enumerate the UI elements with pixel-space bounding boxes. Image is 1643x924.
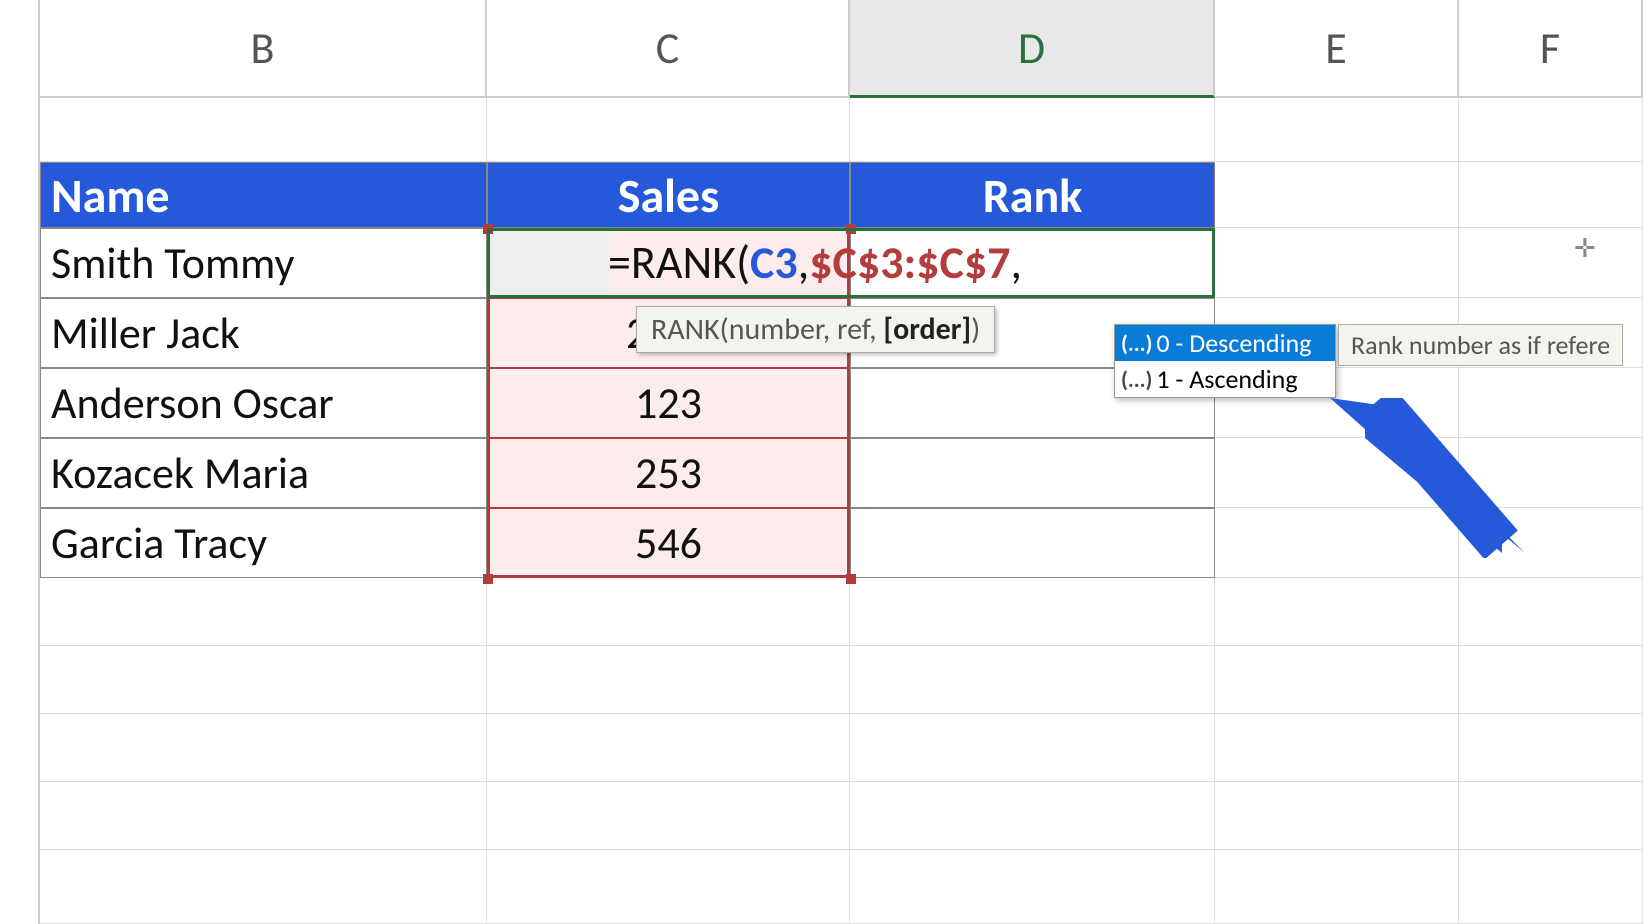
formula-syntax-tooltip: RANK(number, ref, [order]) bbox=[636, 306, 995, 353]
table-cell-sales-5[interactable]: 546 bbox=[487, 508, 850, 578]
table-header-rank[interactable]: Rank bbox=[850, 162, 1215, 228]
cell-e8[interactable] bbox=[1215, 508, 1459, 578]
cell-e12[interactable] bbox=[1215, 782, 1459, 850]
cell-b13[interactable] bbox=[40, 850, 487, 924]
cell-e11[interactable] bbox=[1215, 714, 1459, 782]
tooltip-sig-suffix: ) bbox=[971, 311, 980, 348]
table-cell-rank-4[interactable] bbox=[850, 438, 1215, 508]
cell-f2[interactable] bbox=[1459, 98, 1643, 162]
tooltip-fn: RANK bbox=[651, 311, 720, 348]
cell-f9[interactable] bbox=[1459, 578, 1643, 646]
cell-f6[interactable] bbox=[1459, 368, 1643, 438]
cell-f11[interactable] bbox=[1459, 714, 1643, 782]
cell-e4[interactable] bbox=[1215, 228, 1459, 298]
cell-c11[interactable] bbox=[487, 714, 850, 782]
cell-f4[interactable] bbox=[1459, 228, 1643, 298]
cell-c13[interactable] bbox=[487, 850, 850, 924]
table-cell-name-5[interactable]: Garcia Tracy bbox=[40, 508, 487, 578]
cell-f8[interactable] bbox=[1459, 508, 1643, 578]
table-header-sales[interactable]: Sales bbox=[487, 162, 850, 228]
formula-prefix: =RANK( bbox=[608, 235, 750, 291]
table-cell-sales-4[interactable]: 253 bbox=[487, 438, 850, 508]
table-cell-name-2[interactable]: Miller Jack bbox=[40, 298, 487, 368]
col-header-d[interactable]: D bbox=[850, 0, 1215, 98]
cell-d2[interactable] bbox=[850, 98, 1215, 162]
cell-c10[interactable] bbox=[487, 646, 850, 714]
table-cell-sales-3[interactable]: 123 bbox=[487, 368, 850, 438]
cell-f13[interactable] bbox=[1459, 850, 1643, 924]
constant-icon: (...) bbox=[1121, 366, 1152, 393]
col-header-b[interactable]: B bbox=[40, 0, 487, 98]
spreadsheet-grid[interactable]: B C D E F Name Sales Rank Smith Tom bbox=[0, 0, 1643, 924]
cell-c9[interactable] bbox=[487, 578, 850, 646]
formula-comma1: , bbox=[798, 235, 809, 291]
cell-d10[interactable] bbox=[850, 646, 1215, 714]
intellisense-label: 1 - Ascending bbox=[1156, 363, 1297, 395]
table-header-name[interactable]: Name bbox=[40, 162, 487, 228]
cell-f3[interactable] bbox=[1459, 162, 1643, 228]
tooltip-sig-prefix: (number, ref, bbox=[720, 311, 884, 348]
cell-d9[interactable] bbox=[850, 578, 1215, 646]
intellisense-dropdown[interactable]: (...) 0 - Descending (...) 1 - Ascending bbox=[1114, 324, 1336, 398]
formula-comma2: , bbox=[1010, 235, 1021, 291]
table-cell-name-4[interactable]: Kozacek Maria bbox=[40, 438, 487, 508]
cell-d12[interactable] bbox=[850, 782, 1215, 850]
formula-ref1: C3 bbox=[750, 235, 798, 291]
table-cell-rank-5[interactable] bbox=[850, 508, 1215, 578]
formula-ref2: $C$3:$C$7 bbox=[809, 235, 1010, 291]
cell-f10[interactable] bbox=[1459, 646, 1643, 714]
cell-e7[interactable] bbox=[1215, 438, 1459, 508]
cell-d13[interactable] bbox=[850, 850, 1215, 924]
cell-e13[interactable] bbox=[1215, 850, 1459, 924]
tooltip-sig-bold: [order] bbox=[883, 311, 971, 348]
intellisense-option-descending[interactable]: (...) 0 - Descending bbox=[1115, 325, 1335, 361]
col-header-e[interactable]: E bbox=[1215, 0, 1459, 98]
cell-e10[interactable] bbox=[1215, 646, 1459, 714]
cell-b9[interactable] bbox=[40, 578, 487, 646]
cell-e2[interactable] bbox=[1215, 98, 1459, 162]
cell-f12[interactable] bbox=[1459, 782, 1643, 850]
cell-f7[interactable] bbox=[1459, 438, 1643, 508]
cell-cursor-icon: ✛ bbox=[1574, 232, 1596, 264]
intellisense-label: 0 - Descending bbox=[1156, 327, 1311, 359]
constant-icon: (...) bbox=[1121, 330, 1152, 357]
cell-b11[interactable] bbox=[40, 714, 487, 782]
cell-b2[interactable] bbox=[40, 98, 487, 162]
cell-c2[interactable] bbox=[487, 98, 850, 162]
cell-e9[interactable] bbox=[1215, 578, 1459, 646]
cell-d11[interactable] bbox=[850, 714, 1215, 782]
col-header-c[interactable]: C bbox=[487, 0, 850, 98]
table-cell-name-3[interactable]: Anderson Oscar bbox=[40, 368, 487, 438]
row-gutter bbox=[0, 0, 40, 924]
formula-editor[interactable]: =RANK(C3,$C$3:$C$7, bbox=[608, 228, 1022, 298]
intellisense-description: Rank number as if refere bbox=[1338, 324, 1623, 366]
cell-b12[interactable] bbox=[40, 782, 487, 850]
table-cell-name-1[interactable]: Smith Tommy bbox=[40, 228, 487, 298]
intellisense-option-ascending[interactable]: (...) 1 - Ascending bbox=[1115, 361, 1335, 397]
cell-e3[interactable] bbox=[1215, 162, 1459, 228]
selection-stub bbox=[489, 230, 609, 296]
cell-b10[interactable] bbox=[40, 646, 487, 714]
col-header-f[interactable]: F bbox=[1459, 0, 1643, 98]
cell-c12[interactable] bbox=[487, 782, 850, 850]
